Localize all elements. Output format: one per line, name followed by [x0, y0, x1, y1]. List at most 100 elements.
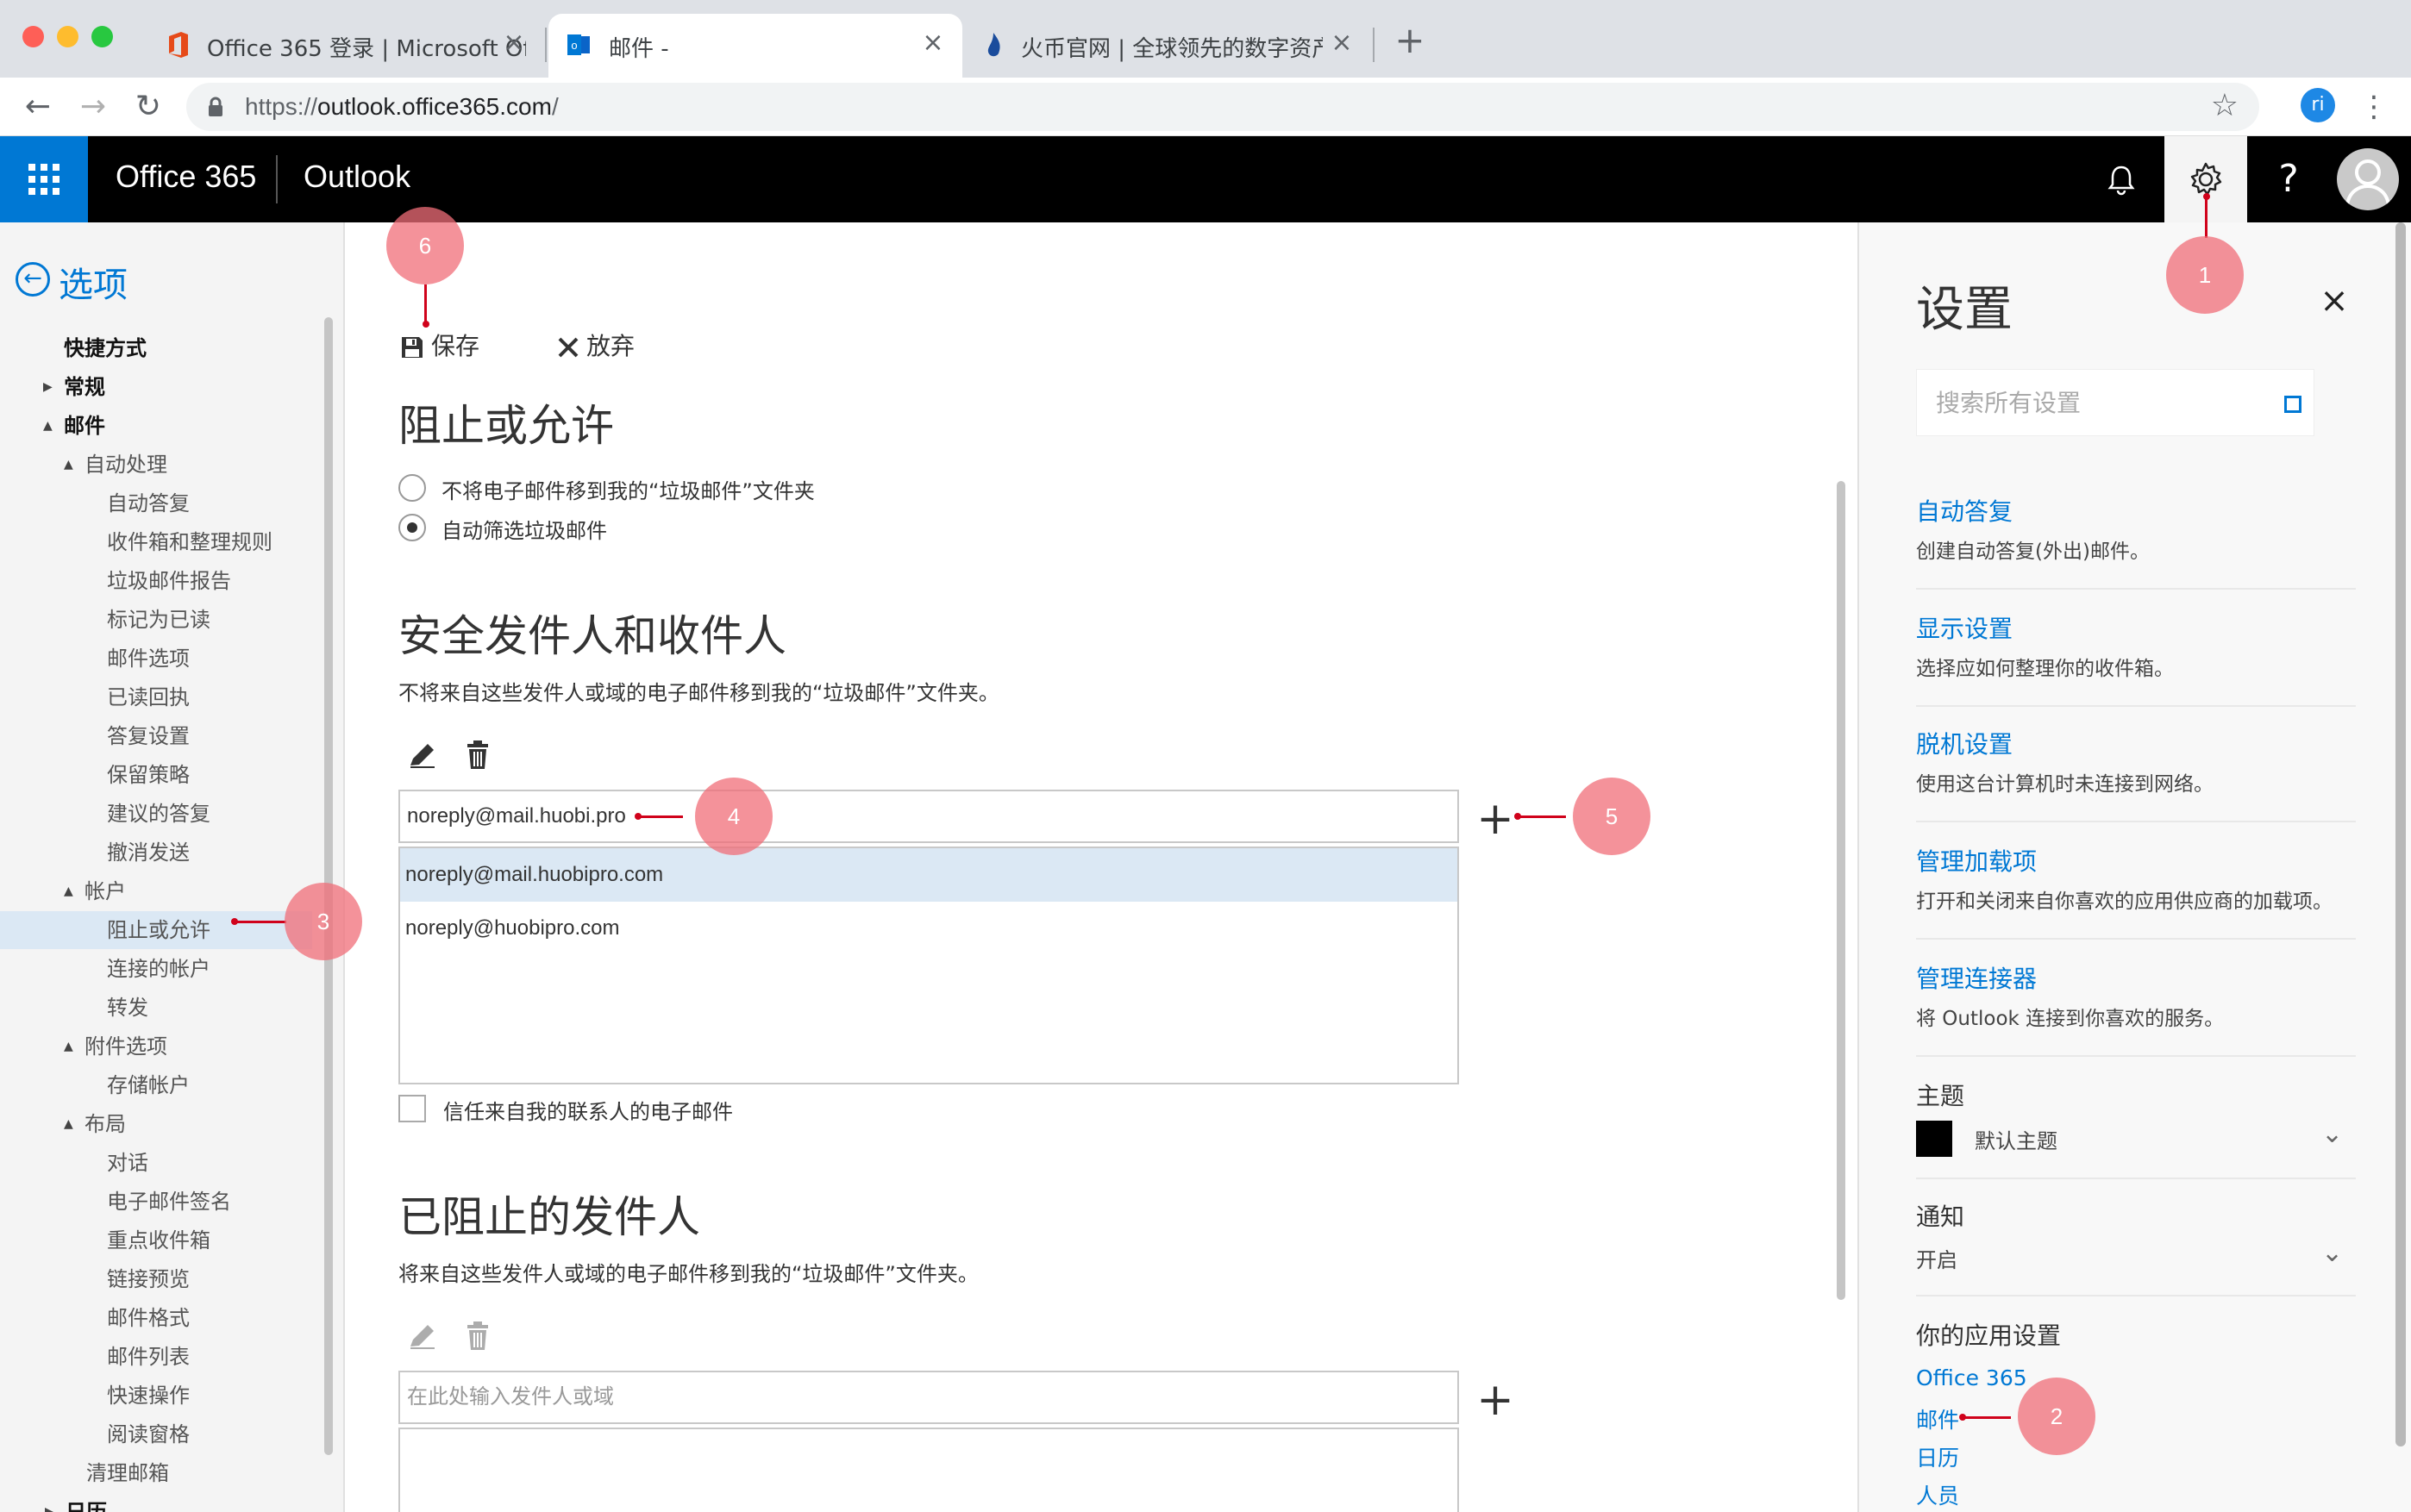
edit-pencil-icon[interactable] [405, 738, 440, 772]
chevron-down-icon[interactable]: ⌄ [2321, 1119, 2343, 1149]
setting-offline[interactable]: 脱机设置 使用这台计算机时未连接到网络。 [1916, 726, 2356, 797]
setting-display[interactable]: 显示设置 选择应如何整理你的收件箱。 [1916, 610, 2356, 681]
nav-auto-processing[interactable]: ▲ 自动处理 [0, 446, 312, 484]
collapse-arrow-icon[interactable]: ▲ [64, 446, 73, 484]
nav-link-preview[interactable]: 链接预览 [0, 1260, 312, 1298]
window-minimize-button[interactable] [57, 26, 78, 47]
nav-message-options[interactable]: 邮件选项 [0, 640, 312, 678]
nav-connected-accounts[interactable]: 连接的帐户 [0, 950, 312, 988]
settings-search-box[interactable] [1916, 369, 2314, 436]
setting-auto-reply[interactable]: 自动答复 创建自动答复(外出)邮件。 [1916, 493, 2356, 564]
blocked-sender-input[interactable] [398, 1371, 1459, 1424]
add-safe-sender-button[interactable]: + [1476, 797, 1514, 841]
nav-reading-pane[interactable]: 阅读窗格 [0, 1415, 312, 1453]
new-tab-button[interactable]: + [1390, 21, 1430, 60]
setting-addins[interactable]: 管理加载项 打开和关闭来自你喜欢的应用供应商的加载项。 [1916, 843, 2356, 914]
bookmark-star-icon[interactable]: ☆ [2211, 88, 2239, 123]
safe-sender-input[interactable] [398, 790, 1459, 843]
tab-close-icon[interactable]: × [498, 28, 529, 59]
forward-arrow-icon[interactable]: → [72, 86, 114, 128]
theme-value[interactable]: 默认主题 [1975, 1124, 2057, 1154]
add-blocked-sender-button[interactable]: + [1476, 1378, 1514, 1422]
nav-accounts[interactable]: ▲ 帐户 [0, 872, 312, 910]
nav-general[interactable]: ▶ 常规 [0, 368, 312, 406]
window-close-button[interactable] [22, 26, 44, 47]
browser-profile-avatar[interactable]: ri [2301, 88, 2335, 122]
nav-attachment-options[interactable]: ▲ 附件选项 [0, 1028, 312, 1065]
nav-undo-send[interactable]: 撤消发送 [0, 834, 312, 872]
nav-junk-report[interactable]: 垃圾邮件报告 [0, 562, 312, 600]
tab-office365-login[interactable]: Office 365 登录 | Microsoft Off × [121, 14, 543, 78]
app-link-calendar[interactable]: 日历 [1916, 1441, 1959, 1472]
radio-no-junk[interactable] [398, 474, 426, 502]
settings-scrollbar[interactable] [2395, 222, 2406, 1446]
radio-auto-filter[interactable] [398, 514, 426, 541]
nav-mark-read[interactable]: 标记为已读 [0, 601, 312, 639]
user-avatar[interactable] [2337, 148, 2399, 210]
nav-forwarding[interactable]: 转发 [0, 989, 312, 1027]
nav-shortcuts[interactable]: 快捷方式 [0, 329, 312, 367]
app-link-people[interactable]: 人员 [1916, 1479, 1959, 1510]
office365-brand-link[interactable]: Office 365 [116, 159, 256, 195]
notification-bell-icon[interactable] [2101, 159, 2142, 200]
collapse-arrow-icon[interactable]: ▲ [64, 872, 73, 910]
main-scrollbar[interactable] [1837, 481, 1845, 1300]
collapse-arrow-icon[interactable]: ▲ [64, 1105, 73, 1143]
nav-auto-reply[interactable]: 自动答复 [0, 484, 312, 522]
app-launcher-button[interactable] [0, 136, 88, 222]
nav-calendar[interactable]: ▶ 日历 [0, 1493, 312, 1512]
setting-connectors[interactable]: 管理连接器 将 Outlook 连接到你喜欢的服务。 [1916, 960, 2356, 1031]
chevron-down-icon[interactable]: ⌄ [2321, 1238, 2343, 1268]
expand-arrow-icon[interactable]: ▶ [43, 368, 53, 406]
nav-clean-mailbox[interactable]: 清理邮箱 [0, 1454, 312, 1492]
nav-message-list[interactable]: 邮件列表 [0, 1338, 312, 1376]
browser-menu-icon[interactable]: ⋮ [2359, 88, 2389, 126]
close-icon[interactable]: × [2313, 279, 2356, 322]
nav-read-receipts[interactable]: 已读回执 [0, 678, 312, 716]
outlook-app-link[interactable]: Outlook [304, 159, 410, 195]
delete-trash-icon[interactable] [460, 738, 495, 772]
theme-swatch[interactable] [1916, 1121, 1952, 1157]
tab-mail-active[interactable]: o 邮件 - × [548, 14, 962, 78]
address-bar[interactable]: https://outlook.office365.com/ ☆ [186, 83, 2259, 131]
nav-message-format[interactable]: 邮件格式 [0, 1299, 312, 1337]
nav-block-or-allow[interactable]: 阻止或允许 [0, 911, 312, 949]
nav-mail[interactable]: ▲ 邮件 [0, 407, 312, 445]
nav-inbox-rules[interactable]: 收件箱和整理规则 [0, 523, 312, 561]
help-icon[interactable]: ? [2259, 150, 2318, 209]
nav-layout[interactable]: ▲ 布局 [0, 1105, 312, 1143]
app-link-office365[interactable]: Office 365 [1916, 1365, 2027, 1390]
blocked-senders-list[interactable] [398, 1428, 1459, 1512]
save-button[interactable]: 保存 [400, 328, 479, 366]
tab-close-icon[interactable]: × [1326, 28, 1357, 59]
nav-focused-inbox[interactable]: 重点收件箱 [0, 1221, 312, 1259]
delete-trash-icon[interactable] [460, 1319, 495, 1353]
trust-contacts-checkbox[interactable] [398, 1095, 426, 1122]
expand-arrow-icon[interactable]: ▶ [45, 1493, 54, 1512]
blocked-sender-input-field[interactable] [400, 1372, 1457, 1422]
nav-reply-settings[interactable]: 答复设置 [0, 717, 312, 755]
collapse-arrow-icon[interactable]: ▲ [43, 407, 53, 445]
discard-button[interactable]: 放弃 [557, 328, 635, 366]
safe-senders-list[interactable]: noreply@mail.huobipro.com noreply@huobip… [398, 847, 1459, 1084]
settings-divider [1916, 588, 2356, 590]
notifications-value[interactable]: 开启 [1916, 1243, 1957, 1273]
nav-retention[interactable]: 保留策略 [0, 756, 312, 794]
nav-email-signature[interactable]: 电子邮件签名 [0, 1183, 312, 1221]
safe-sender-input-field[interactable] [400, 791, 1457, 841]
collapse-arrow-icon[interactable]: ▲ [64, 1028, 73, 1065]
edit-pencil-icon[interactable] [405, 1319, 440, 1353]
app-link-mail[interactable]: 邮件 [1916, 1403, 1959, 1434]
nav-quick-actions[interactable]: 快速操作 [0, 1377, 312, 1415]
window-maximize-button[interactable] [91, 26, 113, 47]
tab-huobi[interactable]: 火币官网 | 全球领先的数字资产 × [964, 14, 1371, 78]
back-arrow-icon[interactable]: ← [17, 86, 59, 128]
list-item[interactable]: noreply@mail.huobipro.com [400, 848, 1457, 902]
list-item[interactable]: noreply@huobipro.com [400, 902, 1457, 955]
nav-storage-accounts[interactable]: 存储帐户 [0, 1066, 312, 1104]
reload-icon[interactable]: ↻ [128, 86, 169, 128]
nav-conversations[interactable]: 对话 [0, 1144, 312, 1182]
tab-close-icon[interactable]: × [917, 28, 949, 59]
nav-suggested-replies[interactable]: 建议的答复 [0, 795, 312, 833]
settings-search-input[interactable] [1917, 370, 2314, 435]
